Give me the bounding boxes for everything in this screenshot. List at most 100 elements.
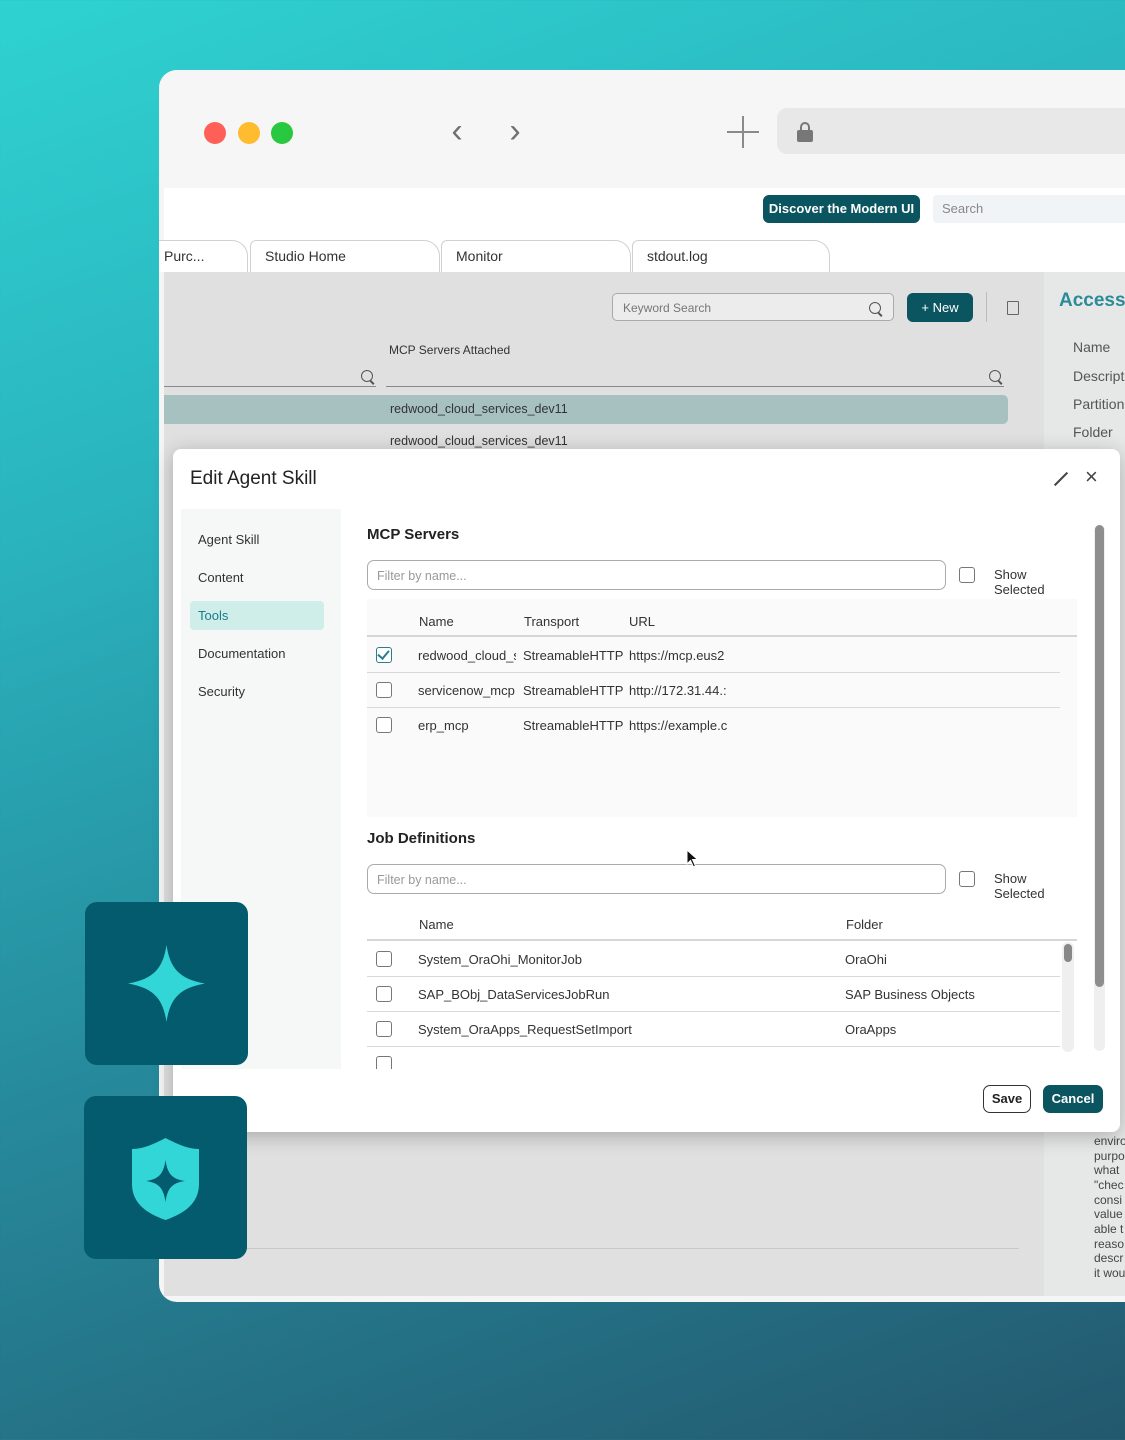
column-search-icon[interactable] bbox=[361, 370, 373, 382]
expand-icon[interactable] bbox=[1053, 471, 1069, 487]
row-divider bbox=[367, 976, 1060, 977]
nav-item-tools[interactable]: Tools bbox=[190, 601, 324, 630]
mcp-show-selected-checkbox[interactable] bbox=[959, 567, 975, 583]
cancel-button[interactable]: Cancel bbox=[1043, 1085, 1103, 1113]
job-row-folder: OraOhi bbox=[845, 952, 887, 967]
column-header-mcp-servers: MCP Servers Attached bbox=[389, 343, 511, 357]
keyword-search-placeholder: Keyword Search bbox=[623, 301, 712, 315]
description-line: descr bbox=[1094, 1251, 1124, 1265]
job-definitions-title: Job Definitions bbox=[367, 830, 476, 847]
lock-icon bbox=[797, 122, 813, 142]
address-bar[interactable] bbox=[777, 108, 1125, 154]
mcp-filter-input[interactable]: Filter by name... bbox=[367, 560, 946, 590]
maximize-dot[interactable] bbox=[271, 122, 293, 144]
jobs-filter-input[interactable]: Filter by name... bbox=[367, 864, 946, 894]
column-header-name: Name bbox=[419, 614, 454, 629]
job-row-folder: SAP Business Objects bbox=[845, 987, 975, 1002]
mcp-row-checkbox[interactable] bbox=[376, 682, 392, 698]
list-row-selected[interactable]: redwood_cloud_services_dev11 bbox=[164, 395, 1008, 424]
edit-agent-skill-dialog: Edit Agent Skill × Agent Skill Content T… bbox=[173, 449, 1120, 1132]
row-divider bbox=[367, 1011, 1060, 1012]
minimize-dot[interactable] bbox=[238, 122, 260, 144]
field-label-folder: Folder bbox=[1073, 424, 1113, 440]
tab-purchasing[interactable]: Purc... bbox=[159, 240, 248, 272]
row-divider bbox=[367, 672, 1060, 673]
mcp-row-checkbox[interactable] bbox=[376, 717, 392, 733]
global-search-input[interactable]: Search bbox=[933, 195, 1125, 223]
jobs-show-selected-checkbox[interactable] bbox=[959, 871, 975, 887]
job-row-checkbox[interactable] bbox=[376, 1021, 392, 1037]
export-icon[interactable] bbox=[1007, 301, 1019, 315]
mcp-servers-title: MCP Servers bbox=[367, 526, 460, 543]
job-row-name: SAP_BObj_DataServicesJobRun bbox=[418, 987, 610, 1002]
close-icon[interactable]: × bbox=[1085, 466, 1101, 488]
column-header-transport: Transport bbox=[524, 614, 580, 629]
shield-sparkle-icon bbox=[132, 1138, 199, 1220]
description-line: what bbox=[1094, 1163, 1120, 1177]
mcp-row-name: erp_mcp bbox=[418, 718, 469, 733]
nav-item-agent-skill[interactable]: Agent Skill bbox=[190, 525, 324, 554]
tab-label: stdout.log bbox=[647, 248, 708, 264]
toolbar-divider bbox=[986, 292, 987, 322]
mcp-row-name: redwood_cloud_s bbox=[418, 648, 516, 663]
mcp-row-url: http://172.31.44.: bbox=[629, 683, 727, 698]
description-line: enviro bbox=[1094, 1134, 1125, 1148]
nav-item-documentation[interactable]: Documentation bbox=[190, 639, 324, 668]
discover-modern-ui-button[interactable]: Discover the Modern UI bbox=[763, 195, 920, 223]
keyword-search-input[interactable]: Keyword Search bbox=[612, 293, 894, 321]
jobs-scrollbar-thumb[interactable] bbox=[1064, 944, 1072, 962]
tab-stdout-log[interactable]: stdout.log bbox=[632, 240, 830, 272]
row-divider bbox=[367, 1046, 1060, 1047]
jobs-scrollbar[interactable] bbox=[1062, 942, 1074, 1052]
mcp-row-url: https://mcp.eus2 bbox=[629, 648, 725, 663]
mcp-row-transport: StreamableHTTP bbox=[523, 718, 624, 733]
row-divider bbox=[367, 707, 1060, 708]
sparkle-tile bbox=[85, 902, 248, 1065]
tab-label: Studio Home bbox=[265, 248, 346, 264]
mcp-row-name: servicenow_mcp bbox=[418, 683, 515, 698]
column-header-folder: Folder bbox=[846, 917, 883, 932]
nav-item-security[interactable]: Security bbox=[190, 677, 324, 706]
mcp-row-url: https://example.c bbox=[629, 718, 727, 733]
list-row[interactable]: redwood_cloud_services_dev11 bbox=[390, 434, 568, 448]
jobs-show-selected-label: Show Selected bbox=[994, 871, 1045, 901]
tools-pane: MCP Servers Filter by name... Show Selec… bbox=[367, 509, 1077, 1069]
sparkle-icon bbox=[128, 945, 205, 1022]
field-label-description: Descript bbox=[1073, 368, 1125, 384]
dialog-title: Edit Agent Skill bbox=[190, 468, 317, 489]
dialog-scrollbar[interactable] bbox=[1094, 525, 1105, 1051]
save-button[interactable]: Save bbox=[983, 1085, 1031, 1113]
field-label-partition: Partition bbox=[1073, 396, 1125, 412]
shield-tile bbox=[84, 1096, 247, 1259]
tab-studio-home[interactable]: Studio Home bbox=[250, 240, 440, 272]
browser-chrome: ‹ › bbox=[159, 70, 1125, 188]
job-row-name: System_OraOhi_MonitorJob bbox=[418, 952, 583, 967]
tab-label: Purc... bbox=[164, 248, 205, 264]
new-tab-icon[interactable] bbox=[725, 114, 761, 150]
mcp-table bbox=[367, 599, 1077, 817]
description-line: it wou bbox=[1094, 1266, 1125, 1280]
mcp-row-transport: StreamableHTTP bbox=[523, 683, 624, 698]
close-dot[interactable] bbox=[204, 122, 226, 144]
tab-monitor[interactable]: Monitor bbox=[441, 240, 631, 272]
column-search-icon[interactable] bbox=[989, 370, 1001, 382]
mcp-row-transport: StreamableHTTP bbox=[523, 648, 624, 663]
job-row-checkbox[interactable] bbox=[376, 986, 392, 1002]
column-filter-line bbox=[164, 386, 376, 387]
divider bbox=[244, 1248, 1019, 1249]
nav-item-content[interactable]: Content bbox=[190, 563, 324, 592]
new-button[interactable]: + New bbox=[907, 293, 973, 322]
description-line: "chec bbox=[1094, 1178, 1124, 1192]
tab-strip: Purc... Studio Home Monitor stdout.log bbox=[159, 240, 1125, 272]
forward-icon[interactable]: › bbox=[500, 114, 530, 150]
job-row-checkbox[interactable] bbox=[376, 1056, 392, 1069]
tab-label: Monitor bbox=[456, 248, 503, 264]
description-line: purpo bbox=[1094, 1149, 1125, 1163]
table-header-divider bbox=[367, 635, 1077, 637]
dialog-scrollbar-thumb[interactable] bbox=[1095, 525, 1104, 987]
job-row-checkbox[interactable] bbox=[376, 951, 392, 967]
description-line: value bbox=[1094, 1207, 1123, 1221]
back-icon[interactable]: ‹ bbox=[442, 114, 472, 150]
job-row-name: System_OraApps_RequestSetImport bbox=[418, 1022, 632, 1037]
mcp-row-checkbox[interactable] bbox=[376, 647, 392, 663]
